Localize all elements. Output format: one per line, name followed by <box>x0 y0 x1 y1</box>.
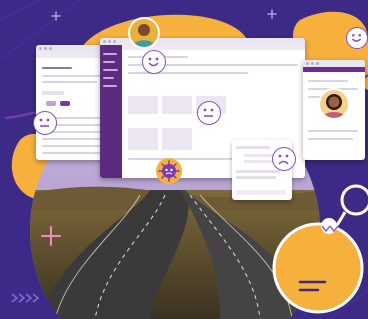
avatar-man <box>128 17 160 49</box>
happy-face-icon <box>346 27 368 49</box>
virus-icon <box>155 157 183 185</box>
person-icon <box>133 24 155 47</box>
happy-face-icon <box>142 50 166 74</box>
illustration <box>0 0 368 319</box>
avatar-woman <box>318 88 350 120</box>
person-icon <box>323 94 345 118</box>
neutral-face-icon <box>33 111 57 135</box>
neutral-face-icon <box>197 101 221 125</box>
sad-face-icon <box>272 147 296 171</box>
